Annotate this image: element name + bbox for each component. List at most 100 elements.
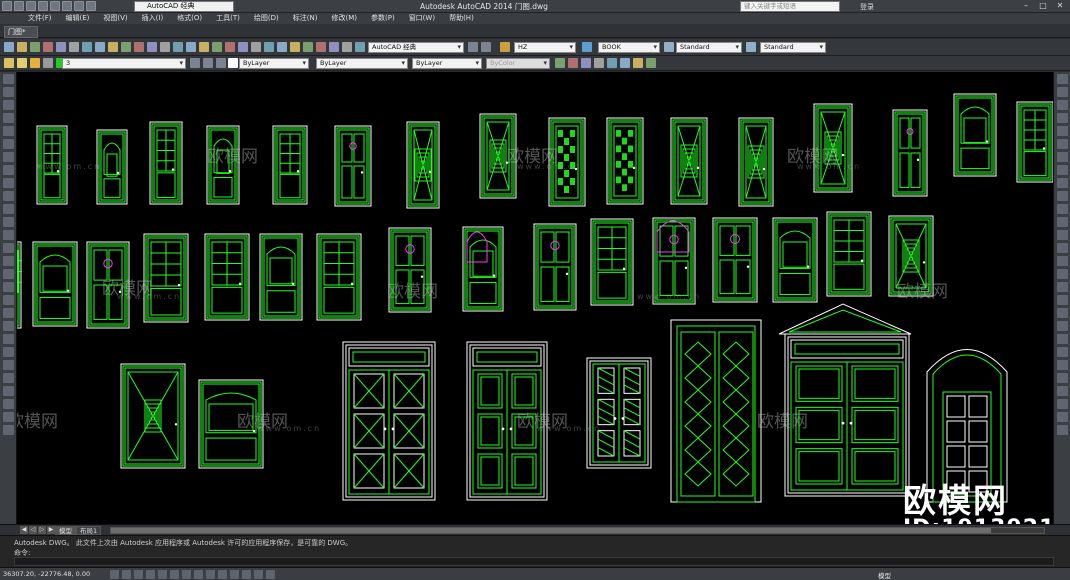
draw-tool-icon[interactable] [2,230,14,240]
table-style-icon[interactable] [664,42,674,52]
lineweight-toggle-icon[interactable] [230,570,239,579]
view-tool-icon[interactable] [581,58,591,68]
draw-tool-icon[interactable] [2,217,14,227]
close-button[interactable]: ✕ [1052,0,1068,12]
standard-tool-icon[interactable] [303,42,313,52]
draw-tool-icon[interactable] [2,256,14,266]
snap-icon[interactable] [122,570,131,579]
otrack-icon[interactable] [194,570,203,579]
menu-insert[interactable]: 插入(I) [142,13,164,24]
draw-tool-icon[interactable] [2,269,14,279]
first-layout-icon[interactable]: ◀ [20,526,28,534]
selection-cycling-icon[interactable] [266,570,275,579]
modify-tool-icon[interactable] [1056,373,1068,383]
standard-tool-icon[interactable] [173,42,183,52]
standard-tool-icon[interactable] [264,42,274,52]
draw-tool-icon[interactable] [2,126,14,136]
signin-link[interactable]: 登录 [860,2,874,12]
modify-tool-icon[interactable] [1056,347,1068,357]
menu-tools[interactable]: 工具(T) [216,13,240,24]
menu-file[interactable]: 文件(F) [28,13,52,24]
standard-tool-icon[interactable] [147,42,157,52]
help-search-input[interactable]: 键入关键字或短语 [740,1,840,12]
view-tool-icon[interactable] [555,58,565,68]
app-menu-icon[interactable] [2,1,12,11]
standard-tool-icon[interactable] [43,42,53,52]
maximize-button[interactable]: □ [1035,0,1051,12]
standard-tool-icon[interactable] [69,42,79,52]
save-icon[interactable] [38,1,48,11]
linetype-dropdown[interactable]: ByLayer [316,58,408,69]
dim-style-icon[interactable] [582,42,592,52]
scrollbar-thumb[interactable] [111,528,991,533]
command-input[interactable] [14,557,1054,566]
standard-tool-icon[interactable] [108,42,118,52]
modify-tool-icon[interactable] [1056,243,1068,253]
draw-tool-icon[interactable] [2,373,14,383]
draw-tool-icon[interactable] [2,152,14,162]
standard-tool-icon[interactable] [4,42,14,52]
modify-tool-icon[interactable] [1056,126,1068,136]
tab-layout1[interactable]: 布局1 [76,526,102,535]
layer-dropdown[interactable]: 3 [62,58,186,69]
plot-style-dropdown[interactable]: ByColor [486,58,550,69]
standard-tool-icon[interactable] [212,42,222,52]
menu-parametric[interactable]: 参数(P) [371,13,395,24]
modify-tool-icon[interactable] [1056,217,1068,227]
modify-tool-icon[interactable] [1056,74,1068,84]
workspace-dropdown[interactable]: AutoCAD 经典 [368,42,464,53]
draw-tool-icon[interactable] [2,347,14,357]
draw-tool-icon[interactable] [2,87,14,97]
standard-tool-icon[interactable] [95,42,105,52]
draw-tool-icon[interactable] [2,139,14,149]
draw-tool-icon[interactable] [2,386,14,396]
draw-tool-icon[interactable] [2,334,14,344]
standard-tool-icon[interactable] [121,42,131,52]
draw-tool-icon[interactable] [2,399,14,409]
menu-modify[interactable]: 修改(M) [331,13,357,24]
next-layout-icon[interactable]: ▷ [38,526,46,534]
draw-tool-icon[interactable] [2,178,14,188]
menu-window[interactable]: 窗口(W) [409,13,435,24]
draw-tool-icon[interactable] [2,100,14,110]
draw-tool-icon[interactable] [2,165,14,175]
modify-tool-icon[interactable] [1056,282,1068,292]
color-dropdown[interactable]: ByLayer [239,58,309,69]
multileader-style-icon[interactable] [746,42,756,52]
menu-format[interactable]: 格式(O) [177,13,202,24]
minimize-button[interactable]: – [1018,0,1034,12]
model-space-label[interactable]: 模型 [878,570,891,580]
draw-tool-icon[interactable] [2,321,14,331]
save-as-icon[interactable] [50,1,60,11]
modify-tool-icon[interactable] [1056,360,1068,370]
dim-style-dropdown[interactable]: BOOK [598,42,660,53]
document-tab[interactable]: 门图* [4,26,38,38]
modify-tool-icon[interactable] [1056,425,1068,435]
modify-tool-icon[interactable] [1056,321,1068,331]
draw-tool-icon[interactable] [2,243,14,253]
draw-tool-icon[interactable] [2,204,14,214]
ducs-icon[interactable] [206,570,215,579]
multileader-style-dropdown[interactable]: Standard [760,42,826,53]
modify-tool-icon[interactable] [1056,139,1068,149]
standard-tool-icon[interactable] [238,42,248,52]
last-layout-icon[interactable]: ▶ [47,526,55,534]
tab-model[interactable]: 模型 [55,526,76,535]
modify-tool-icon[interactable] [1056,191,1068,201]
table-style-dropdown[interactable]: Standard [676,42,742,53]
workspace-settings-icon[interactable] [468,42,478,52]
standard-tool-icon[interactable] [134,42,144,52]
modify-tool-icon[interactable] [1056,412,1068,422]
modify-tool-icon[interactable] [1056,113,1068,123]
menu-help[interactable]: 帮助(H) [449,13,474,24]
modify-tool-icon[interactable] [1056,386,1068,396]
text-style-dropdown[interactable]: HZ [514,42,576,53]
standard-tool-icon[interactable] [277,42,287,52]
standard-tool-icon[interactable] [199,42,209,52]
draw-tool-icon[interactable] [2,308,14,318]
polar-icon[interactable] [158,570,167,579]
layer-state-icon[interactable] [216,58,226,68]
draw-tool-icon[interactable] [2,412,14,422]
modify-tool-icon[interactable] [1056,295,1068,305]
modify-tool-icon[interactable] [1056,256,1068,266]
